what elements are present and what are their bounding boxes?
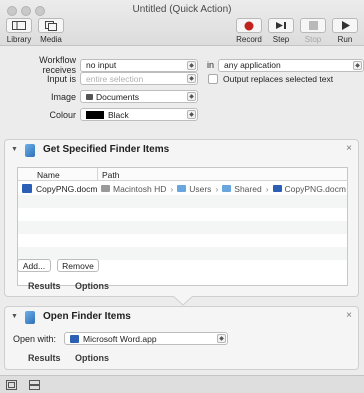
action-tabs: Results Options (28, 281, 121, 291)
word-document-icon (22, 184, 32, 193)
action-tabs: Results Options (28, 353, 121, 363)
table-row-empty (18, 208, 347, 221)
tab-results[interactable]: Results (28, 281, 61, 291)
chevron-updown-icon: ◆ (187, 74, 196, 83)
colour-swatch (86, 110, 104, 119)
action-title: Open Finder Items (43, 311, 131, 322)
folder-icon (222, 185, 232, 192)
colour-label: Colour (49, 109, 76, 120)
image-popup[interactable]: Documents ◆ (80, 90, 198, 103)
hard-drive-icon (101, 185, 110, 192)
stop-icon (300, 18, 326, 33)
documents-icon (86, 93, 93, 100)
word-document-icon (272, 185, 282, 192)
chevron-right-icon: › (265, 183, 269, 194)
variable-view-icon[interactable] (29, 380, 40, 390)
chevron-updown-icon: ◆ (217, 334, 227, 343)
media-button[interactable]: Media (36, 18, 66, 44)
action-title: Get Specified Finder Items (43, 144, 170, 155)
table-row-empty (18, 221, 347, 234)
output-replaces-checkbox[interactable] (208, 73, 218, 84)
step-button[interactable]: Step (266, 18, 296, 44)
run-icon (332, 18, 358, 33)
close-icon[interactable]: × (346, 310, 352, 321)
open-with-popup[interactable]: Microsoft Word.app ◆ (64, 332, 229, 345)
record-button[interactable]: Record (234, 18, 264, 44)
library-button[interactable]: Library (4, 18, 34, 44)
tab-results[interactable]: Results (28, 353, 61, 363)
column-header-path[interactable]: Path (102, 170, 120, 180)
workflow-receives-popup[interactable]: no input ◆ (80, 58, 198, 72)
disclosure-triangle-icon[interactable]: ▼ (11, 313, 18, 320)
chevron-updown-icon: ◆ (187, 92, 196, 101)
folder-icon (177, 185, 187, 192)
action-open-finder-items: ▼ Open Finder Items × Open with: Microso… (4, 306, 359, 370)
action-header: ▼ Get Specified Finder Items × (5, 140, 358, 162)
tab-options[interactable]: Options (75, 281, 109, 291)
chevron-right-icon: › (170, 183, 174, 194)
close-icon[interactable]: × (346, 143, 352, 154)
action-header: ▼ Open Finder Items × (5, 307, 358, 329)
table-row-empty (18, 195, 347, 208)
chevron-updown-icon: ◆ (187, 110, 196, 119)
finder-action-icon (25, 144, 35, 157)
step-icon (268, 18, 294, 33)
chevron-updown-icon: ◆ (187, 60, 196, 70)
image-label: Image (50, 91, 76, 102)
titlebar: Untitled (Quick Action) Library Media Re… (0, 0, 364, 46)
action-get-specified-finder-items: ▼ Get Specified Finder Items × Name Path… (4, 139, 359, 297)
log-view-icon[interactable] (6, 380, 17, 390)
remove-button[interactable]: Remove (57, 259, 99, 272)
add-button[interactable]: Add... (17, 259, 51, 272)
media-icon (38, 18, 64, 33)
path-breadcrumb: Macintosh HD › Users › Shared › CopyPNG.… (101, 184, 346, 194)
library-icon (6, 18, 32, 33)
run-button[interactable]: Run (330, 18, 360, 44)
column-header-name[interactable]: Name (37, 170, 60, 180)
table-header: Name Path (18, 168, 347, 181)
colour-popup[interactable]: Black ◆ (80, 108, 198, 121)
workflow-options: Workflow receives no input ◆ in any appl… (0, 47, 364, 132)
disclosure-triangle-icon[interactable]: ▼ (11, 146, 18, 153)
application-popup[interactable]: any application ◆ (218, 58, 364, 72)
word-app-icon (70, 334, 80, 343)
chevron-right-icon: › (215, 183, 219, 194)
in-label: in (206, 60, 214, 70)
file-name: CopyPNG.docm (36, 183, 98, 194)
record-icon (236, 18, 262, 33)
input-is-popup[interactable]: entire selection ◆ (80, 72, 198, 85)
open-with-label: Open with: (13, 333, 57, 344)
chevron-updown-icon: ◆ (353, 60, 362, 70)
window-title: Untitled (Quick Action) (132, 4, 232, 15)
tab-options[interactable]: Options (75, 353, 109, 363)
output-replaces-label: Output replaces selected text (223, 73, 334, 84)
table-row[interactable]: CopyPNG.docm Macintosh HD › Users › Shar… (18, 182, 347, 195)
finder-action-icon (25, 311, 35, 324)
status-bar (0, 375, 364, 393)
table-row-empty (18, 234, 347, 247)
stop-button[interactable]: Stop (298, 18, 328, 44)
input-is-label: Input is (46, 73, 76, 84)
automator-window: Untitled (Quick Action) Library Media Re… (0, 0, 364, 393)
